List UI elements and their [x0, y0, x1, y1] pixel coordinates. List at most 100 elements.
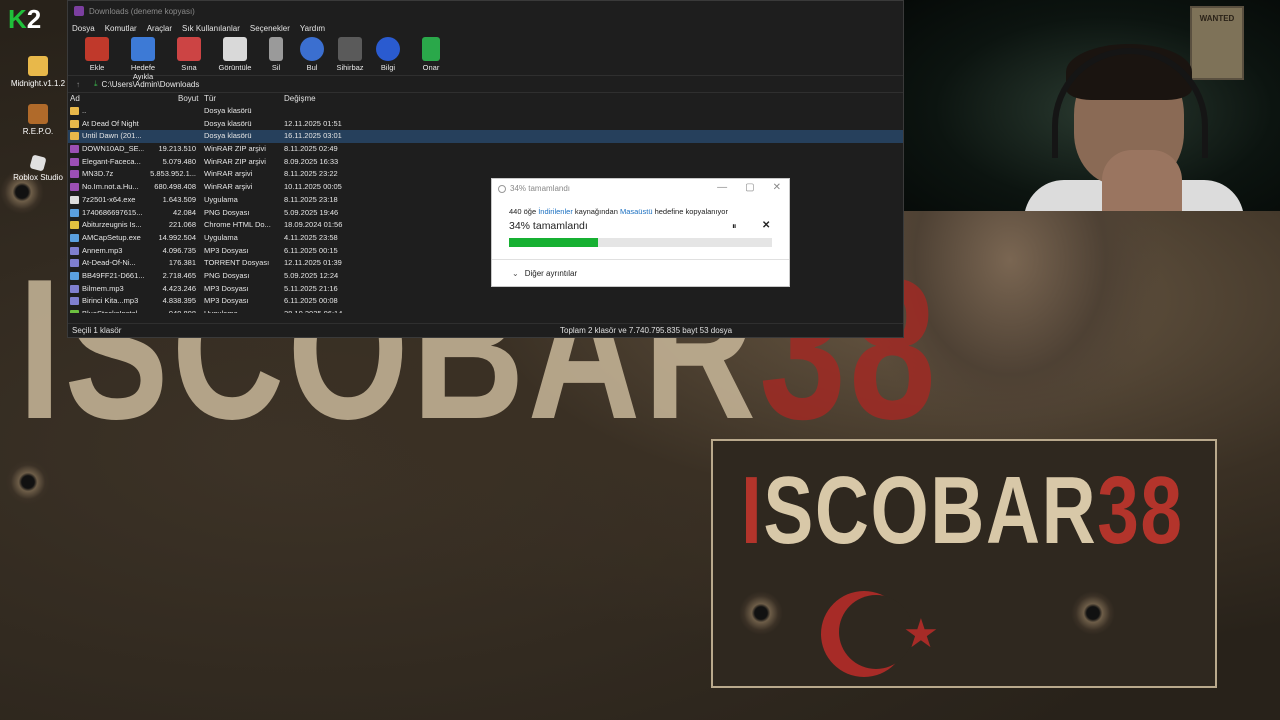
file-row[interactable]: DOWN10AD_SE... 19.213.510 WinRAR ZIP arşiv… — [68, 143, 903, 156]
file-row[interactable]: BlueStacksInstal... 949.808 Uygulama 28.10.… — [68, 308, 903, 313]
menu-dosya[interactable]: Dosya — [72, 24, 95, 33]
pause-icon[interactable]: ⏸ — [732, 221, 737, 232]
desktop-icon-midnight[interactable]: Midnight.v1.1.2 — [6, 56, 70, 88]
test-clipboard-icon — [177, 37, 201, 61]
file-name: At-Dead-Of-Ni... — [82, 258, 136, 268]
up-arrow-icon[interactable]: ↑ — [76, 80, 80, 89]
destination-link[interactable]: Masaüstü — [620, 207, 653, 216]
menu-yardim[interactable]: Yardım — [300, 24, 325, 33]
file-name: DOWN10AD_SE... — [82, 144, 144, 154]
bullet-hole-icon — [739, 591, 783, 635]
window-titlebar[interactable]: Downloads (deneme kopyası) — [68, 1, 903, 21]
file-modified: 5.11.2025 21:16 — [284, 283, 338, 293]
more-details-toggle[interactable]: ⌄ Diğer ayrıntılar — [512, 269, 577, 278]
more-details-label: Diğer ayrıntılar — [524, 269, 578, 278]
file-type: TORRENT Dosyası — [204, 258, 270, 268]
toolbar-delete-button[interactable]: Sil — [258, 37, 294, 72]
logo-rest: SCOBAR — [763, 457, 1098, 564]
toolbar: Ekle Hedefe Ayıkla Sına Görüntüle Sil Bu… — [68, 35, 903, 81]
desktop-icon-label: R.E.P.O. — [22, 127, 54, 136]
file-modified: 5.09.2025 12:24 — [284, 270, 339, 280]
toolbar-label: Bilgi — [380, 63, 396, 72]
menu-komutlar[interactable]: Komutlar — [105, 24, 137, 33]
wizard-wand-icon — [338, 37, 362, 61]
winrar-window: Downloads (deneme kopyası) Dosya Komutla… — [67, 0, 904, 338]
bluestacks-icon — [70, 310, 79, 313]
maximize-button[interactable]: ▢ — [745, 182, 754, 193]
info-icon — [376, 37, 400, 61]
toolbar-repair-button[interactable]: Onar — [410, 37, 452, 72]
logo-first-letter: I — [741, 457, 764, 564]
file-name: Elegant-Faceca... — [82, 156, 141, 166]
bullet-hole-icon — [1071, 591, 1115, 635]
file-type: WinRAR ZIP arşivi — [204, 156, 266, 166]
divider — [492, 259, 789, 260]
cancel-copy-icon[interactable]: ✕ — [762, 220, 770, 231]
webcam-overlay: WANTED — [904, 0, 1280, 211]
file-row[interactable]: Elegant-Faceca... 5.079.480 WinRAR ZIP arş… — [68, 156, 903, 169]
file-modified: 8.11.2025 23:22 — [284, 169, 338, 179]
window-title: Downloads (deneme kopyası) — [89, 6, 195, 16]
file-modified: 10.11.2025 00:05 — [284, 182, 342, 192]
source-link[interactable]: İndirilenler — [538, 207, 573, 216]
address-path[interactable]: C:\Users\Admin\Downloads — [102, 80, 200, 89]
column-size[interactable]: Boyut — [178, 94, 198, 103]
desktop-icon-label: Midnight.v1.1.2 — [10, 79, 66, 88]
file-size: 1.643.509 — [162, 194, 196, 204]
column-type[interactable]: Tür — [204, 94, 216, 103]
menu-araclar[interactable]: Araçlar — [147, 24, 172, 33]
copy-description: 440 öğe İndirilenler kaynağından Masaüst… — [509, 207, 728, 216]
folder-icon — [70, 107, 79, 115]
minimize-button[interactable]: — — [717, 182, 727, 193]
menu-secenekler[interactable]: Seçenekler — [250, 24, 290, 33]
toolbar-info-button[interactable]: Bilgi — [370, 37, 406, 72]
toolbar-find-button[interactable]: Bul — [294, 37, 330, 72]
torrent-icon — [70, 259, 79, 268]
file-size: 949.808 — [148, 309, 196, 313]
toolbar-add-button[interactable]: Ekle — [74, 37, 120, 72]
file-row[interactable]: Birinci Kita...mp3 4.838.395 MP3 Dosyası 6.… — [68, 295, 903, 308]
desktop-icon-repo[interactable]: R.E.P.O. — [6, 104, 70, 136]
column-name[interactable]: Ad — [70, 94, 80, 103]
menu-sik-kullanilanlar[interactable]: Sık Kullanılanlar — [182, 24, 240, 33]
file-name: Until Dawn (201... — [82, 131, 142, 141]
file-type: Chrome HTML Do... — [204, 220, 271, 230]
file-row[interactable]: At Dead Of Night Dosya klasörü 12.11.2025 … — [68, 118, 903, 131]
dialog-title: 34% tamamlandı — [510, 184, 571, 193]
dialog-titlebar[interactable]: 34% tamamlandı — [498, 184, 570, 193]
file-name: At Dead Of Night — [82, 118, 139, 128]
toolbar-view-button[interactable]: Görüntüle — [212, 37, 258, 72]
file-name: Abiturzeugnis Is... — [82, 220, 142, 230]
toolbar-label: Bul — [306, 63, 318, 72]
folder-icon — [70, 132, 79, 141]
toolbar-test-button[interactable]: Sına — [166, 37, 212, 72]
trash-icon — [269, 37, 283, 61]
wanted-poster: WANTED — [1190, 6, 1244, 80]
address-bar[interactable]: ↑ ⤓ C:\Users\Admin\Downloads — [68, 75, 903, 93]
file-row[interactable]: Until Dawn (201... Dosya klasörü 16.11.202… — [68, 130, 903, 144]
toolbar-wizard-button[interactable]: Sihirbaz — [330, 37, 370, 72]
file-modified: 6.11.2025 00:15 — [284, 245, 338, 255]
copy-text-mid: kaynağından — [574, 207, 618, 216]
column-headers: Ad Boyut Tür Değişme — [68, 93, 903, 105]
folder-icon — [28, 56, 48, 76]
desktop-icon-roblox[interactable]: Roblox Studio — [6, 154, 70, 182]
progress-bar — [509, 238, 772, 247]
copy-progress-dialog: 34% tamamlandı — ▢ ✕ 440 öğe İndirilenle… — [491, 178, 790, 287]
roblox-icon — [29, 154, 47, 172]
repo-game-icon — [28, 104, 48, 124]
toolbar-label: Hedefe Ayıkla — [130, 63, 156, 81]
audio-icon — [70, 297, 79, 306]
toolbar-label: Onar — [422, 63, 440, 72]
file-size: 19.213.510 — [158, 144, 196, 154]
file-row[interactable]: .. Dosya klasörü — [68, 105, 903, 118]
close-window-button[interactable]: ✕ — [773, 182, 781, 193]
logo-number: 38 — [1097, 457, 1184, 564]
file-type: Dosya klasörü — [204, 131, 252, 141]
bullet-hole-icon — [6, 460, 50, 504]
image-icon — [70, 271, 79, 280]
column-modified[interactable]: Değişme — [284, 94, 316, 103]
status-selected: Seçili 1 klasör — [72, 326, 122, 335]
toolbar-extract-button[interactable]: Hedefe Ayıkla — [120, 37, 166, 81]
file-name: 1740686697615... — [82, 207, 143, 217]
